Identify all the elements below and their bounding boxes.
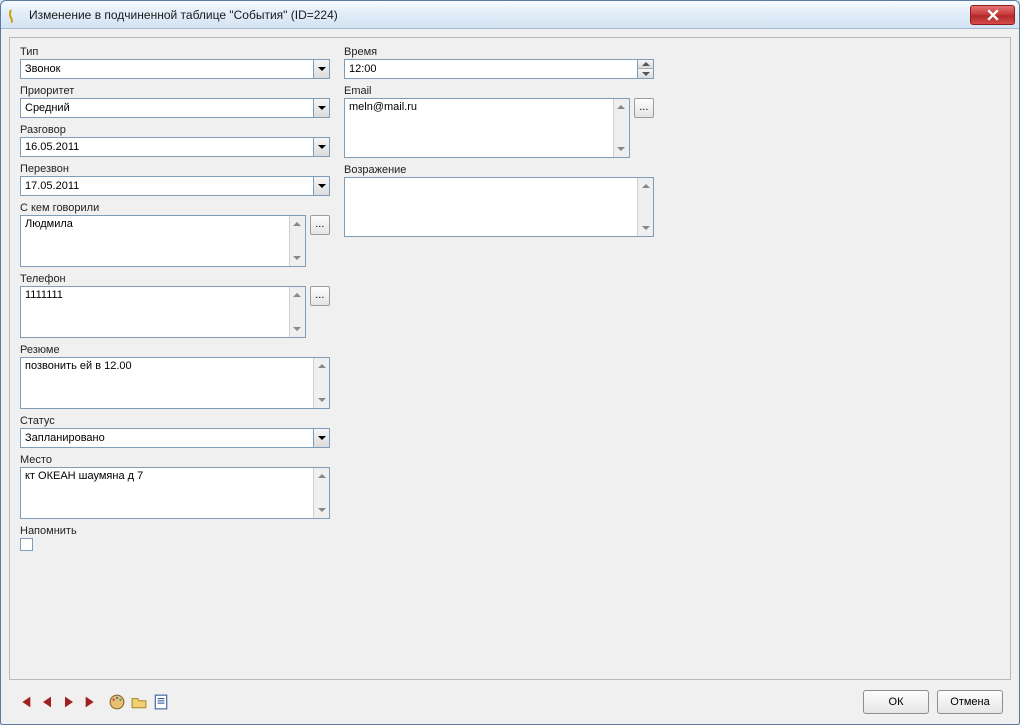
objection-value bbox=[345, 178, 637, 236]
status-label: Статус bbox=[20, 415, 330, 427]
scrollbar[interactable] bbox=[313, 358, 329, 408]
callback-value: 17.05.2011 bbox=[21, 180, 313, 192]
phone-textarea[interactable]: 1111111 bbox=[20, 286, 306, 338]
scroll-down-icon[interactable] bbox=[290, 321, 305, 337]
spoke-label: С кем говорили bbox=[20, 202, 330, 214]
talk-date-input[interactable]: 16.05.2011 bbox=[20, 137, 330, 157]
callback-date-input[interactable]: 17.05.2011 bbox=[20, 176, 330, 196]
scrollbar[interactable] bbox=[289, 216, 305, 266]
priority-label: Приоритет bbox=[20, 85, 330, 97]
palette-icon[interactable] bbox=[109, 694, 125, 710]
remind-checkbox[interactable] bbox=[20, 538, 33, 551]
spoke-value: Людмила bbox=[21, 216, 289, 266]
scroll-down-icon[interactable] bbox=[290, 250, 305, 266]
time-label: Время bbox=[344, 46, 654, 58]
remind-label: Напомнить bbox=[20, 525, 330, 537]
scrollbar[interactable] bbox=[613, 99, 629, 157]
objection-label: Возражение bbox=[344, 164, 654, 176]
last-record-icon[interactable] bbox=[83, 694, 99, 710]
talk-value: 16.05.2011 bbox=[21, 141, 313, 153]
scroll-up-icon[interactable] bbox=[290, 287, 305, 303]
dialog-window: Изменение в подчиненной таблице "События… bbox=[0, 0, 1020, 725]
place-label: Место bbox=[20, 454, 330, 466]
email-ellipsis-button[interactable]: ... bbox=[634, 98, 654, 118]
scroll-down-icon[interactable] bbox=[638, 220, 653, 236]
spin-up-icon[interactable] bbox=[638, 60, 653, 69]
scroll-down-icon[interactable] bbox=[314, 392, 329, 408]
chevron-down-icon[interactable] bbox=[313, 429, 329, 447]
scroll-up-icon[interactable] bbox=[290, 216, 305, 232]
scrollbar[interactable] bbox=[289, 287, 305, 337]
scroll-up-icon[interactable] bbox=[314, 358, 329, 374]
spin-down-icon[interactable] bbox=[638, 69, 653, 78]
chevron-down-icon[interactable] bbox=[313, 99, 329, 117]
email-label: Email bbox=[344, 85, 654, 97]
email-textarea[interactable]: meln@mail.ru bbox=[344, 98, 630, 158]
phone-ellipsis-button[interactable]: ... bbox=[310, 286, 330, 306]
first-record-icon[interactable] bbox=[17, 694, 33, 710]
chevron-down-icon[interactable] bbox=[313, 60, 329, 78]
scrollbar[interactable] bbox=[637, 178, 653, 236]
type-value: Звонок bbox=[21, 63, 313, 75]
scroll-down-icon[interactable] bbox=[614, 141, 629, 157]
title-bar: Изменение в подчиненной таблице "События… bbox=[1, 1, 1019, 29]
app-icon bbox=[7, 7, 23, 23]
type-label: Тип bbox=[20, 46, 330, 58]
spoke-ellipsis-button[interactable]: ... bbox=[310, 215, 330, 235]
window-title: Изменение в подчиненной таблице "События… bbox=[29, 1, 970, 29]
close-icon bbox=[987, 9, 999, 21]
priority-value: Средний bbox=[21, 102, 313, 114]
right-column: Время 12:00 Email meln@mail.ru bbox=[344, 46, 654, 551]
callback-label: Перезвон bbox=[20, 163, 330, 175]
talk-label: Разговор bbox=[20, 124, 330, 136]
resume-value: позвонить ей в 12.00 bbox=[21, 358, 313, 408]
email-value: meln@mail.ru bbox=[345, 99, 613, 157]
type-combobox[interactable]: Звонок bbox=[20, 59, 330, 79]
priority-combobox[interactable]: Средний bbox=[20, 98, 330, 118]
document-icon[interactable] bbox=[153, 694, 169, 710]
next-record-icon[interactable] bbox=[61, 694, 77, 710]
phone-label: Телефон bbox=[20, 273, 330, 285]
place-value: кт ОКЕАН шаумяна д 7 bbox=[21, 468, 313, 518]
time-value: 12:00 bbox=[345, 63, 637, 75]
close-button[interactable] bbox=[970, 5, 1015, 25]
resume-label: Резюме bbox=[20, 344, 330, 356]
resume-textarea[interactable]: позвонить ей в 12.00 bbox=[20, 357, 330, 409]
ok-button[interactable]: ОК bbox=[863, 690, 929, 714]
scroll-up-icon[interactable] bbox=[614, 99, 629, 115]
scroll-up-icon[interactable] bbox=[314, 468, 329, 484]
spoke-textarea[interactable]: Людмила bbox=[20, 215, 306, 267]
prev-record-icon[interactable] bbox=[39, 694, 55, 710]
objection-textarea[interactable] bbox=[344, 177, 654, 237]
chevron-down-icon[interactable] bbox=[313, 177, 329, 195]
chevron-down-icon[interactable] bbox=[313, 138, 329, 156]
scrollbar[interactable] bbox=[313, 468, 329, 518]
left-column: Тип Звонок Приоритет Средний Разговор bbox=[20, 46, 330, 551]
time-input[interactable]: 12:00 bbox=[344, 59, 654, 79]
status-combobox[interactable]: Запланировано bbox=[20, 428, 330, 448]
cancel-button[interactable]: Отмена bbox=[937, 690, 1003, 714]
bottom-toolbar: ОК Отмена bbox=[1, 680, 1019, 724]
phone-value: 1111111 bbox=[21, 287, 289, 337]
time-spinner[interactable] bbox=[637, 60, 653, 78]
folder-icon[interactable] bbox=[131, 694, 147, 710]
scroll-down-icon[interactable] bbox=[314, 502, 329, 518]
place-textarea[interactable]: кт ОКЕАН шаумяна д 7 bbox=[20, 467, 330, 519]
form-panel: Тип Звонок Приоритет Средний Разговор bbox=[9, 37, 1011, 680]
status-value: Запланировано bbox=[21, 432, 313, 444]
scroll-up-icon[interactable] bbox=[638, 178, 653, 194]
